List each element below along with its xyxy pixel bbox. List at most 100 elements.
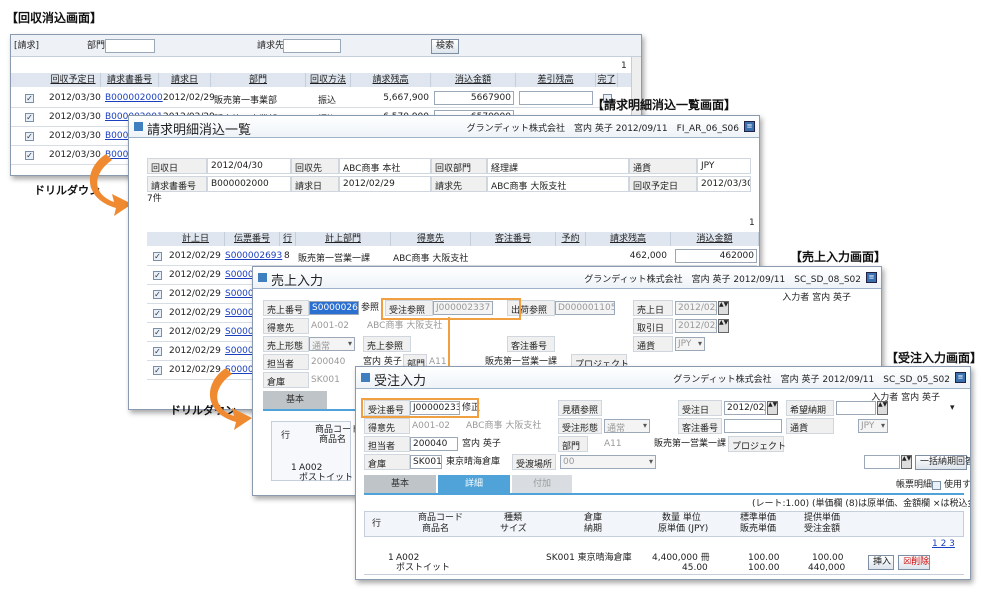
menu-icon[interactable]: ≡ [866, 272, 877, 283]
soko-code: SK001 [311, 375, 340, 385]
date-spinner-icon[interactable]: ▲▼ [901, 455, 912, 469]
th-keshikomi-kingaku[interactable]: 消込金額 [431, 73, 516, 87]
cell-link[interactable]: S000002693 [225, 251, 282, 261]
tab-kihon[interactable]: 基本 [263, 391, 327, 409]
th-code: 商品コード [418, 513, 464, 523]
header-info: グランディット株式会社 宮内 英子 2012/09/11 SC_SD_05_S0… [673, 372, 950, 385]
th-size: サイズ [500, 524, 527, 534]
row-checkbox[interactable]: ✓ [153, 252, 162, 261]
th-gyo: 行 [372, 519, 382, 529]
juchubi-input[interactable]: 2012/02/02 [724, 401, 766, 415]
menu-icon[interactable]: ≡ [955, 372, 966, 383]
soko-code-input[interactable]: SK001 [410, 455, 442, 469]
cell: 2012/02/29 [163, 93, 215, 103]
tanto-code: 200040 [311, 357, 346, 367]
cell: 2012/02/29 [169, 289, 221, 299]
row-checkbox[interactable]: ✓ [25, 132, 34, 141]
row-checkbox[interactable]: ✓ [153, 328, 162, 337]
row-hanbai: 100.00 [748, 563, 780, 573]
row-checkbox[interactable]: ✓ [153, 290, 162, 299]
th-tokuisaki[interactable]: 得意先 [391, 232, 471, 246]
bumon-input[interactable] [105, 39, 155, 53]
keitai-select[interactable]: 通常 [309, 337, 355, 351]
date-spinner-icon[interactable]: ▲▼ [718, 301, 729, 315]
th-seikyusho-bango[interactable]: 請求書番号 [101, 73, 159, 87]
shukka-sansho-input[interactable]: D000001105 [555, 301, 615, 315]
torihikibi-input[interactable]: 2012/02/29 [675, 319, 717, 333]
seikyusaki-input[interactable] [283, 39, 341, 53]
shiyo-checkbox[interactable] [932, 481, 941, 490]
date-spinner-icon[interactable]: ▲▼ [718, 319, 729, 333]
tsuka-select[interactable]: JPY [675, 337, 705, 351]
date-spinner-icon[interactable]: ▲▼ [767, 401, 778, 415]
basho-select[interactable]: 00 [560, 455, 656, 469]
connector-line [448, 317, 450, 373]
window-title: 受注入力 [374, 374, 427, 389]
th-seikyu-zandaka[interactable]: 請求残高 [586, 232, 671, 246]
row-gentanka: 45.00 [682, 563, 708, 573]
th-kaishu-yoteibi[interactable]: 回収予定日 [46, 73, 101, 87]
th-kaishu-hoho[interactable]: 回収方法 [306, 73, 351, 87]
sashihiki-input[interactable] [519, 91, 593, 105]
th-keijo-bumon[interactable]: 計上部門 [296, 232, 391, 246]
th-denpyo-bango[interactable]: 伝票番号 [225, 232, 280, 246]
tsuka-select[interactable]: JPY [858, 419, 888, 433]
th-seikyu-zandaka[interactable]: 請求残高 [351, 73, 431, 87]
tokuisaki-code: A001-02 [311, 321, 350, 331]
ikkatsu-noki-button[interactable]: 一括納期回答 [915, 455, 970, 470]
cell-link[interactable]: B000002000 [105, 93, 163, 103]
row-checkbox[interactable]: ✓ [153, 309, 162, 318]
company-name: グランディット株式会社 [673, 375, 772, 385]
menu-icon[interactable]: ≡ [744, 121, 755, 132]
row-name: ポストイット [299, 473, 354, 483]
label: 売上参照 [363, 336, 411, 352]
tab-fuka[interactable]: 付加 [512, 475, 572, 493]
tanto-code-input[interactable]: 200040 [410, 437, 458, 451]
kibo-noki-input[interactable] [836, 401, 876, 415]
label: 取引日 [633, 318, 673, 334]
search-button[interactable]: 検索 [431, 39, 459, 54]
th-sashihiki-zandaka[interactable]: 差引残高 [516, 73, 596, 87]
row-checkbox[interactable]: ✓ [25, 151, 34, 160]
keshikomi-input[interactable]: 5667900 [434, 91, 514, 105]
row-checkbox[interactable]: ✓ [153, 347, 162, 356]
kyakuchu-input[interactable] [724, 419, 782, 433]
ikkatsu-date-input[interactable] [864, 455, 900, 469]
row-name: ポストイット [396, 563, 451, 573]
cell: 2012/02/29 [169, 308, 221, 318]
keitai-select[interactable]: 通常 [604, 419, 650, 433]
tanto-name: 宮内 英子 [462, 439, 501, 449]
cell: 2012/02/29 [169, 346, 221, 356]
screen-code: FI_AR_06_S06 [676, 124, 739, 134]
row-checkbox[interactable]: ✓ [25, 94, 34, 103]
row-checkbox[interactable]: ✓ [25, 113, 34, 122]
th-keijobi[interactable]: 計上日 [167, 232, 225, 246]
row-checkbox[interactable]: ✓ [153, 271, 162, 280]
tab-shosai[interactable]: 詳細 [438, 475, 510, 493]
th-keshikomi-kingaku: 消込金額 [671, 232, 759, 246]
uriagebi-input[interactable]: 2012/02/29 [675, 301, 717, 315]
keshikomi-input[interactable]: 462000 [675, 249, 757, 263]
th-bumon[interactable]: 部門 [211, 73, 306, 87]
sonyu-button[interactable]: 挿入 [868, 555, 894, 570]
screen-title-seikyu: 【請求明細消込一覧画面】 [592, 98, 737, 112]
th-kyakuchu[interactable]: 客注番号 [471, 232, 556, 246]
uriage-bango-input[interactable]: S000002693 [309, 301, 359, 315]
row-checkbox[interactable]: ✓ [153, 366, 162, 375]
th-gyo: 行 [280, 232, 296, 246]
th-seikyubi[interactable]: 請求日 [159, 73, 211, 87]
sakujo-button[interactable]: ☒削除 [898, 555, 930, 570]
header-date: 2012/09/11 [733, 275, 786, 285]
kibo-dropdown-icon[interactable]: ▾ [950, 403, 955, 414]
label: 回収部門 [431, 158, 487, 174]
cell: 振込 [318, 96, 337, 106]
tag-label: [請求] [14, 41, 40, 51]
date-spinner-icon[interactable]: ▲▼ [877, 401, 888, 415]
pagination[interactable]: 1 2 3 [932, 539, 955, 550]
row-kingaku: 440,000 [808, 563, 846, 573]
th-kanryo[interactable]: 完了 [596, 73, 618, 87]
th-shubetsu: 種類 [504, 513, 523, 523]
tab-kihon[interactable]: 基本 [364, 475, 436, 493]
label: 通貨 [633, 336, 673, 352]
cell-link[interactable]: B000 [105, 131, 128, 141]
